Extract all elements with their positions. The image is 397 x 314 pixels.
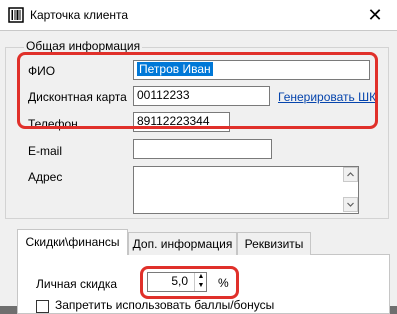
close-button[interactable]: ✕ xyxy=(363,4,387,26)
disable-points-label: Запретить использовать баллы/бонусы xyxy=(55,298,275,312)
disable-points-checkbox[interactable] xyxy=(36,300,49,313)
address-textarea[interactable] xyxy=(133,166,359,214)
address-scroll-down[interactable] xyxy=(343,197,358,212)
general-info-title: Общая информация xyxy=(24,39,143,53)
highlight-frame-discount xyxy=(140,266,239,299)
chevron-down-icon xyxy=(347,202,354,207)
address-scroll-up[interactable] xyxy=(343,167,358,182)
tab-discounts[interactable]: Скидки\финансы xyxy=(17,229,128,255)
title-divider xyxy=(0,30,397,31)
email-input[interactable] xyxy=(133,139,272,159)
highlight-frame-main xyxy=(17,52,378,129)
chevron-up-icon xyxy=(347,172,354,177)
address-label: Адрес xyxy=(28,170,63,184)
tab-extra-info[interactable]: Доп. информация xyxy=(128,232,237,255)
app-icon xyxy=(8,7,24,23)
email-label: E-mail xyxy=(28,144,63,158)
window-title: Карточка клиента xyxy=(30,8,129,22)
personal-discount-label: Личная скидка xyxy=(36,277,118,291)
tab-requisites[interactable]: Реквизиты xyxy=(237,232,311,255)
